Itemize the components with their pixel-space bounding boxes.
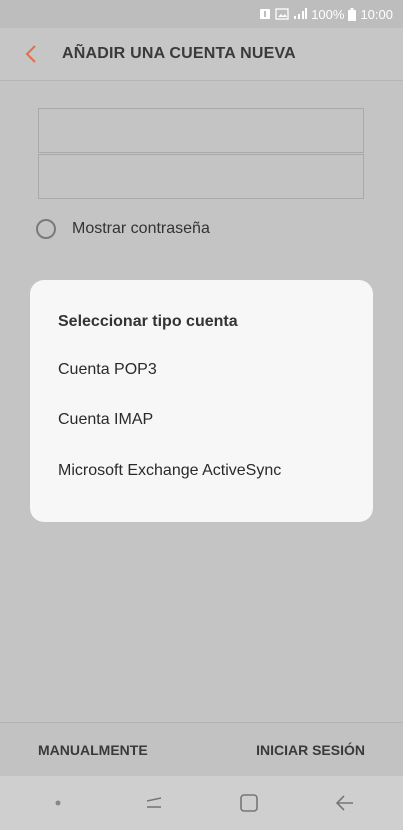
back-arrow-icon <box>25 45 36 63</box>
battery-percent: 100% <box>311 6 345 22</box>
notification-icon <box>259 8 271 20</box>
recent-apps-icon <box>146 797 161 808</box>
back-nav-icon <box>335 795 354 811</box>
email-field[interactable] <box>38 108 364 153</box>
option-pop3[interactable]: Cuenta POP3 <box>58 361 157 379</box>
option-exchange[interactable]: Microsoft Exchange ActiveSync <box>58 462 281 480</box>
page-title: AÑADIR UNA CUENTA NUEVA <box>62 45 296 62</box>
account-type-dialog: Seleccionar tipo cuenta Cuenta POP3 Cuen… <box>30 280 373 522</box>
show-password-option[interactable]: Mostrar contraseña <box>36 219 210 239</box>
show-password-radio[interactable] <box>36 219 56 239</box>
app-bar: AÑADIR UNA CUENTA NUEVA <box>0 28 403 81</box>
option-imap[interactable]: Cuenta IMAP <box>58 411 153 429</box>
back-nav-button[interactable] <box>320 783 370 823</box>
image-icon <box>275 8 289 20</box>
back-button[interactable] <box>0 28 62 80</box>
dot-icon <box>55 800 61 806</box>
clock: 10:00 <box>360 6 393 22</box>
home-button[interactable] <box>224 783 274 823</box>
status-bar: 100% 10:00 <box>0 0 403 28</box>
sign-in-button[interactable]: INICIAR SESIÓN <box>256 742 365 758</box>
signal-icon <box>293 8 308 20</box>
bottom-actions: MANUALMENTE INICIAR SESIÓN <box>0 722 403 776</box>
recent-apps-button[interactable] <box>129 783 179 823</box>
home-icon <box>240 794 259 812</box>
show-password-label: Mostrar contraseña <box>72 220 210 237</box>
dialog-title: Seleccionar tipo cuenta <box>58 313 238 330</box>
password-field[interactable] <box>38 154 364 199</box>
navigation-bar <box>0 776 403 830</box>
nav-dot[interactable] <box>33 783 83 823</box>
manual-setup-button[interactable]: MANUALMENTE <box>38 742 148 758</box>
battery-icon <box>348 7 357 21</box>
